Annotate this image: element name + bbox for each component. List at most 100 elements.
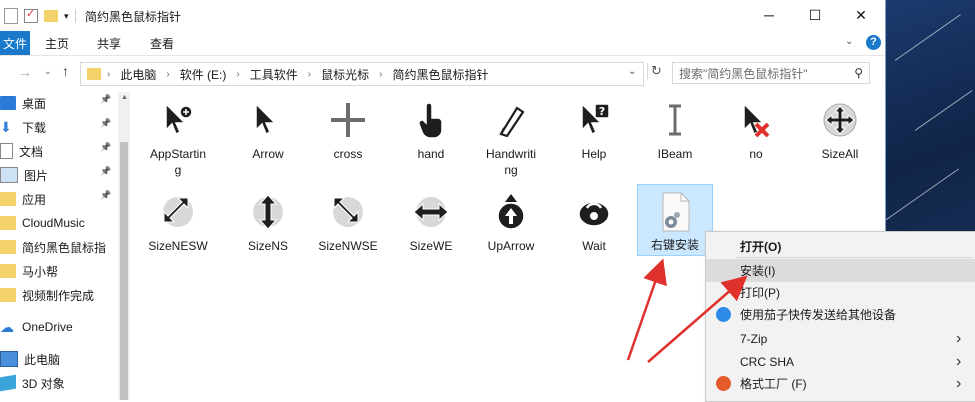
chevron-right-icon[interactable]: › bbox=[166, 69, 169, 80]
context-menu-item[interactable]: 格式工厂 (F) › bbox=[706, 372, 975, 395]
file-label: 右键安装 bbox=[650, 238, 699, 252]
cursor-sizeall-icon bbox=[823, 103, 857, 137]
context-menu-label: 打开(O) bbox=[740, 240, 782, 254]
context-menu-item[interactable]: 安装(I) bbox=[706, 259, 975, 282]
download-arrow-icon: ⬇ bbox=[0, 119, 12, 135]
context-menu-label: CRC SHA bbox=[740, 354, 795, 369]
cursor-sizenesw-icon bbox=[163, 197, 193, 227]
divider bbox=[74, 9, 76, 23]
breadcrumb-drive[interactable]: 软件 (E:) bbox=[180, 66, 227, 83]
file-item[interactable]: Handwriti ng bbox=[473, 94, 549, 178]
recent-dropdown-icon[interactable]: ⌄ bbox=[44, 66, 52, 77]
file-item[interactable]: SizeWE bbox=[393, 186, 469, 254]
breadcrumb-this-pc[interactable]: 此电脑 bbox=[120, 66, 156, 83]
tab-file[interactable]: 文件 bbox=[0, 31, 30, 55]
context-menu-label: 使用茄子快传发送给其他设备 bbox=[740, 308, 897, 322]
file-item[interactable]: 右键安装 bbox=[637, 184, 713, 256]
cursor-help-icon: ? bbox=[581, 102, 610, 136]
tab-share[interactable]: 共享 bbox=[97, 35, 121, 52]
context-menu-item[interactable]: 打印(P) bbox=[706, 281, 975, 304]
ribbon-expand-chevron-icon[interactable]: ⌄ bbox=[845, 36, 853, 47]
nav-scrollbar[interactable]: ▲ bbox=[118, 92, 130, 400]
search-input[interactable]: 搜索"简约黑色鼠标指针" ⚲ bbox=[672, 62, 870, 84]
cursor-no-icon bbox=[743, 102, 770, 138]
file-label: Wait bbox=[582, 239, 606, 253]
nav-item[interactable]: 3D 对象 bbox=[0, 372, 65, 394]
file-label: IBeam bbox=[657, 147, 693, 161]
file-item[interactable]: Arrow bbox=[230, 94, 306, 162]
file-item[interactable]: hand bbox=[393, 94, 469, 162]
file-item[interactable]: ? Help bbox=[556, 94, 632, 162]
context-menu-item[interactable]: 使用茄子快传发送给其他设备 bbox=[706, 303, 975, 326]
file-label: UpArrow bbox=[487, 239, 535, 253]
nav-item[interactable]: 此电脑 bbox=[0, 348, 60, 370]
nav-item-label: 图片 bbox=[24, 168, 49, 183]
up-arrow-icon[interactable]: ↑ bbox=[62, 63, 69, 79]
cursor-ibeam-icon bbox=[669, 104, 681, 136]
file-item[interactable]: AppStartin g bbox=[140, 94, 216, 178]
nav-item[interactable]: 视频制作完成 bbox=[0, 284, 94, 306]
file-item[interactable]: SizeNWSE bbox=[310, 186, 386, 254]
nav-item[interactable]: 简约黑色鼠标指 bbox=[0, 236, 106, 258]
pictures-icon bbox=[0, 167, 18, 183]
nav-item[interactable]: 图片 bbox=[0, 164, 48, 186]
file-item[interactable]: no bbox=[718, 94, 794, 162]
refresh-icon[interactable]: ↻ bbox=[647, 63, 662, 79]
nav-item-label: 应用 bbox=[22, 192, 47, 207]
tab-home[interactable]: 主页 bbox=[45, 35, 69, 52]
nav-item[interactable]: ⬇ 下载 bbox=[0, 116, 46, 138]
computer-icon bbox=[0, 351, 18, 367]
back-arrow-icon[interactable]: → bbox=[18, 64, 32, 80]
chevron-right-icon[interactable]: › bbox=[379, 69, 382, 80]
nav-item[interactable]: 马小帮 bbox=[0, 260, 58, 282]
chevron-right-icon[interactable]: › bbox=[236, 69, 239, 80]
chevron-right-icon[interactable]: › bbox=[107, 69, 110, 80]
pin-icon[interactable]: 📌 bbox=[100, 94, 111, 105]
context-menu-label: 打印(P) bbox=[740, 286, 780, 300]
file-item[interactable]: SizeAll bbox=[802, 94, 878, 162]
cloud-icon: ☁ bbox=[0, 319, 14, 335]
nav-item[interactable]: CloudMusic bbox=[0, 212, 85, 234]
desktop-icon bbox=[0, 96, 16, 110]
chevron-right-icon: › bbox=[956, 374, 962, 392]
help-icon[interactable]: ? bbox=[866, 35, 881, 50]
nav-item[interactable]: 文档 bbox=[0, 140, 43, 162]
scrollbar-thumb[interactable] bbox=[120, 142, 128, 400]
maximize-button[interactable]: ☐ bbox=[792, 0, 838, 30]
file-label: hand bbox=[417, 147, 445, 161]
file-label: Handwriti ng bbox=[485, 147, 536, 177]
pin-icon[interactable]: 📌 bbox=[100, 166, 111, 177]
file-item[interactable]: UpArrow bbox=[473, 186, 549, 254]
close-button[interactable]: ✕ bbox=[838, 0, 884, 30]
context-menu-item[interactable]: 打开(O) bbox=[706, 235, 975, 258]
checkbox-icon[interactable]: ✓ bbox=[24, 8, 38, 23]
tab-view[interactable]: 查看 bbox=[150, 35, 174, 52]
new-folder-icon[interactable] bbox=[44, 10, 58, 22]
pin-icon[interactable]: 📌 bbox=[100, 142, 111, 153]
file-item[interactable]: SizeNESW bbox=[140, 186, 216, 254]
breadcrumb-tools[interactable]: 工具软件 bbox=[250, 66, 298, 83]
minimize-button[interactable]: ─ bbox=[746, 0, 792, 30]
file-item[interactable]: cross bbox=[310, 94, 386, 162]
chevron-right-icon[interactable]: › bbox=[308, 69, 311, 80]
breadcrumb-cursors[interactable]: 鼠标光标 bbox=[321, 66, 369, 83]
address-dropdown-icon[interactable]: ⌄ bbox=[628, 66, 636, 77]
pin-icon[interactable]: 📌 bbox=[100, 190, 111, 201]
scroll-up-icon[interactable]: ▲ bbox=[121, 94, 128, 101]
dropdown-icon[interactable]: ▾ bbox=[64, 11, 69, 22]
context-menu-item[interactable]: CRC SHA › bbox=[706, 350, 975, 373]
folder-icon bbox=[0, 192, 16, 206]
file-item[interactable]: SizeNS bbox=[230, 186, 306, 254]
file-item[interactable]: IBeam bbox=[637, 94, 713, 162]
cursor-hand-icon bbox=[418, 102, 443, 139]
nav-item[interactable]: 应用 bbox=[0, 188, 46, 210]
context-menu-item[interactable]: 7-Zip › bbox=[706, 327, 975, 350]
nav-item[interactable]: 桌面 bbox=[0, 92, 46, 114]
nav-item[interactable]: ☁ OneDrive bbox=[0, 316, 73, 338]
address-bar[interactable]: › 此电脑 › 软件 (E:) › 工具软件 › 鼠标光标 › 简约黑色鼠标指针 bbox=[80, 62, 644, 86]
properties-icon[interactable] bbox=[4, 8, 18, 24]
breadcrumb-current[interactable]: 简约黑色鼠标指针 bbox=[392, 66, 488, 83]
pin-icon[interactable]: 📌 bbox=[100, 118, 111, 129]
nav-item-label: 视频制作完成 bbox=[22, 288, 95, 303]
file-item[interactable]: Wait bbox=[556, 186, 632, 254]
